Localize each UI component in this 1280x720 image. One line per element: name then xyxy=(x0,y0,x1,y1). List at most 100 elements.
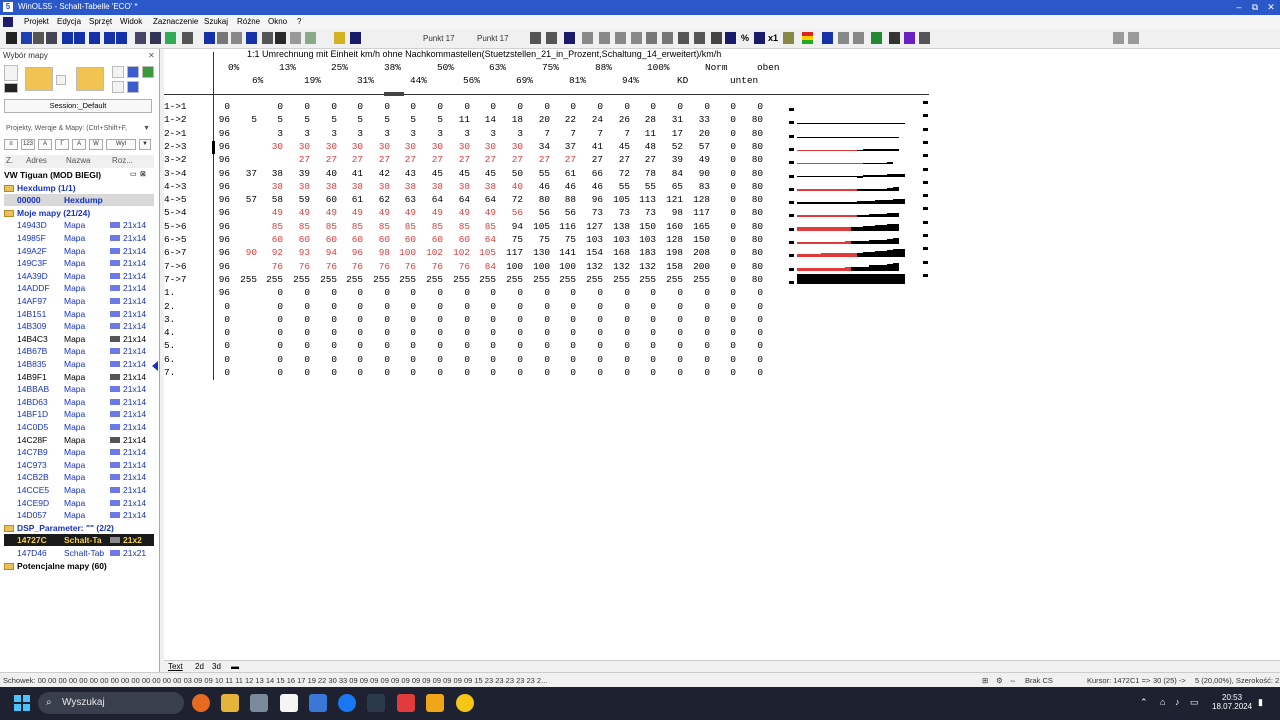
value-cell[interactable]: 0 xyxy=(419,314,443,325)
value-cell[interactable]: 27 xyxy=(526,154,550,165)
tree-map-item[interactable]: 14985F Mapa 21x14 xyxy=(4,232,154,244)
value-cell[interactable]: 64 xyxy=(472,194,496,205)
value-cell[interactable]: 100 xyxy=(526,261,550,272)
tree-map-item[interactable]: 14A39D Mapa 21x14 xyxy=(4,270,154,282)
value-cell[interactable]: 27 xyxy=(472,154,496,165)
sidebar-tool-1-icon[interactable] xyxy=(112,66,124,78)
value-cell[interactable]: 0 xyxy=(579,301,603,312)
value-cell[interactable]: 5 xyxy=(259,114,283,125)
value-cell[interactable]: 85 xyxy=(313,221,337,232)
value-cell[interactable]: 0 xyxy=(659,354,683,365)
value-cell[interactable]: 0 xyxy=(606,314,630,325)
value-cell[interactable]: 96 xyxy=(206,141,230,152)
value-cell[interactable]: 72 xyxy=(499,194,523,205)
value-cell[interactable]: 0 xyxy=(526,301,550,312)
value-cell[interactable]: 0 xyxy=(712,128,736,139)
filter-tool-a2-icon[interactable]: A xyxy=(72,139,86,150)
value-cell[interactable]: 27 xyxy=(286,154,310,165)
value-cell[interactable]: 0 xyxy=(392,367,416,378)
tree-root-close-icon[interactable]: ⊠ xyxy=(140,170,146,178)
value-cell[interactable]: 55 xyxy=(606,181,630,192)
tree-map-item[interactable]: 14B67B Mapa 21x14 xyxy=(4,345,154,357)
filter-tool-w-icon[interactable]: W xyxy=(89,139,103,150)
value-cell[interactable]: 96 xyxy=(206,194,230,205)
value-cell[interactable]: 80 xyxy=(739,154,763,165)
size-button-icon[interactable] xyxy=(694,32,705,44)
tree-folder[interactable]: DSP_Parameter: "" (2/2) xyxy=(4,522,154,534)
value-cell[interactable]: 0 xyxy=(339,327,363,338)
value-cell[interactable]: 48 xyxy=(632,141,656,152)
value-cell[interactable]: 0 xyxy=(366,314,390,325)
value-cell[interactable]: 96 xyxy=(206,128,230,139)
project-folder-icon[interactable] xyxy=(76,67,104,91)
value-cell[interactable]: 3 xyxy=(446,128,470,139)
tree-map-item[interactable]: 14943D Mapa 21x14 xyxy=(4,219,154,231)
value-cell[interactable]: 168 xyxy=(606,247,630,258)
value-cell[interactable]: 30 xyxy=(286,141,310,152)
value-cell[interactable]: 0 xyxy=(686,327,710,338)
value-cell[interactable]: 73 xyxy=(579,207,603,218)
value-cell[interactable]: 85 xyxy=(366,221,390,232)
value-cell[interactable]: 116 xyxy=(552,221,576,232)
value-cell[interactable]: 0 xyxy=(606,367,630,378)
tray-chevron-icon[interactable]: ⌃ xyxy=(1140,697,1148,708)
value-cell[interactable]: 0 xyxy=(659,301,683,312)
value-cell[interactable]: 0 xyxy=(552,327,576,338)
value-cell[interactable]: 0 xyxy=(286,301,310,312)
value-cell[interactable]: 0 xyxy=(286,327,310,338)
scissors-icon[interactable] xyxy=(838,32,849,44)
value-cell[interactable]: 0 xyxy=(339,340,363,351)
value-cell[interactable]: 94 xyxy=(499,221,523,232)
value-cell[interactable]: 75 xyxy=(552,234,576,245)
firefox-icon[interactable] xyxy=(192,694,210,712)
filter-dropdown-icon[interactable]: ▼ xyxy=(139,139,151,150)
value-cell[interactable]: 38 xyxy=(366,181,390,192)
value-cell[interactable]: 0 xyxy=(472,301,496,312)
value-cell[interactable]: 59 xyxy=(286,194,310,205)
value-cell[interactable]: 96 xyxy=(206,221,230,232)
value-cell[interactable]: 56 xyxy=(499,207,523,218)
value-cell[interactable]: 83 xyxy=(686,181,710,192)
value-cell[interactable]: 0 xyxy=(472,354,496,365)
value-cell[interactable]: 0 xyxy=(712,207,736,218)
value-cell[interactable]: 0 xyxy=(659,340,683,351)
value-cell[interactable]: 0 xyxy=(286,287,310,298)
value-cell[interactable]: 0 xyxy=(392,327,416,338)
float-button-icon[interactable] xyxy=(662,32,673,44)
value-cell[interactable]: 0 xyxy=(712,354,736,365)
value-cell[interactable]: 0 xyxy=(206,101,230,112)
select-icon[interactable] xyxy=(822,32,833,44)
value-cell[interactable]: 0 xyxy=(499,340,523,351)
col-rozmiar[interactable]: Roz... xyxy=(112,156,133,165)
tree-map-item[interactable]: 14ADDF Mapa 21x14 xyxy=(4,282,154,294)
value-cell[interactable]: 45 xyxy=(446,168,470,179)
value-cell[interactable]: 0 xyxy=(206,301,230,312)
value-cell[interactable]: 0 xyxy=(632,367,656,378)
value-cell[interactable]: 0 xyxy=(446,287,470,298)
value-cell[interactable]: 0 xyxy=(286,314,310,325)
value-cell[interactable]: 0 xyxy=(206,314,230,325)
value-cell[interactable]: 34 xyxy=(526,141,550,152)
value-cell[interactable]: 0 xyxy=(526,327,550,338)
punkt-select-2[interactable]: Punkt 17 xyxy=(474,32,520,45)
value-cell[interactable]: 55 xyxy=(526,168,550,179)
tree-folder[interactable]: Potencjalne mapy (60) xyxy=(4,560,154,572)
value-cell[interactable]: 45 xyxy=(606,141,630,152)
value-cell[interactable]: 11 xyxy=(446,114,470,125)
value-cell[interactable]: 30 xyxy=(313,141,337,152)
value-cell[interactable]: 0 xyxy=(712,261,736,272)
value-cell[interactable]: 38 xyxy=(446,181,470,192)
tree-map-item[interactable]: 147D46 Schalt-Tab 21x21 xyxy=(4,547,154,559)
value-cell[interactable]: 0 xyxy=(712,367,736,378)
value-cell[interactable]: 150 xyxy=(686,234,710,245)
value-cell[interactable]: 96 xyxy=(206,168,230,179)
value-cell[interactable]: 98 xyxy=(659,207,683,218)
idea-icon[interactable] xyxy=(334,32,345,44)
sidebar-tool-2-icon[interactable] xyxy=(127,66,139,78)
status-grid-icon[interactable]: ⊞ xyxy=(982,676,988,685)
value-cell[interactable]: 60 xyxy=(313,194,337,205)
value-cell[interactable]: 50 xyxy=(499,168,523,179)
value-cell[interactable]: 76 xyxy=(339,261,363,272)
value-cell[interactable]: 0 xyxy=(712,221,736,232)
value-cell[interactable]: 90 xyxy=(233,247,257,258)
